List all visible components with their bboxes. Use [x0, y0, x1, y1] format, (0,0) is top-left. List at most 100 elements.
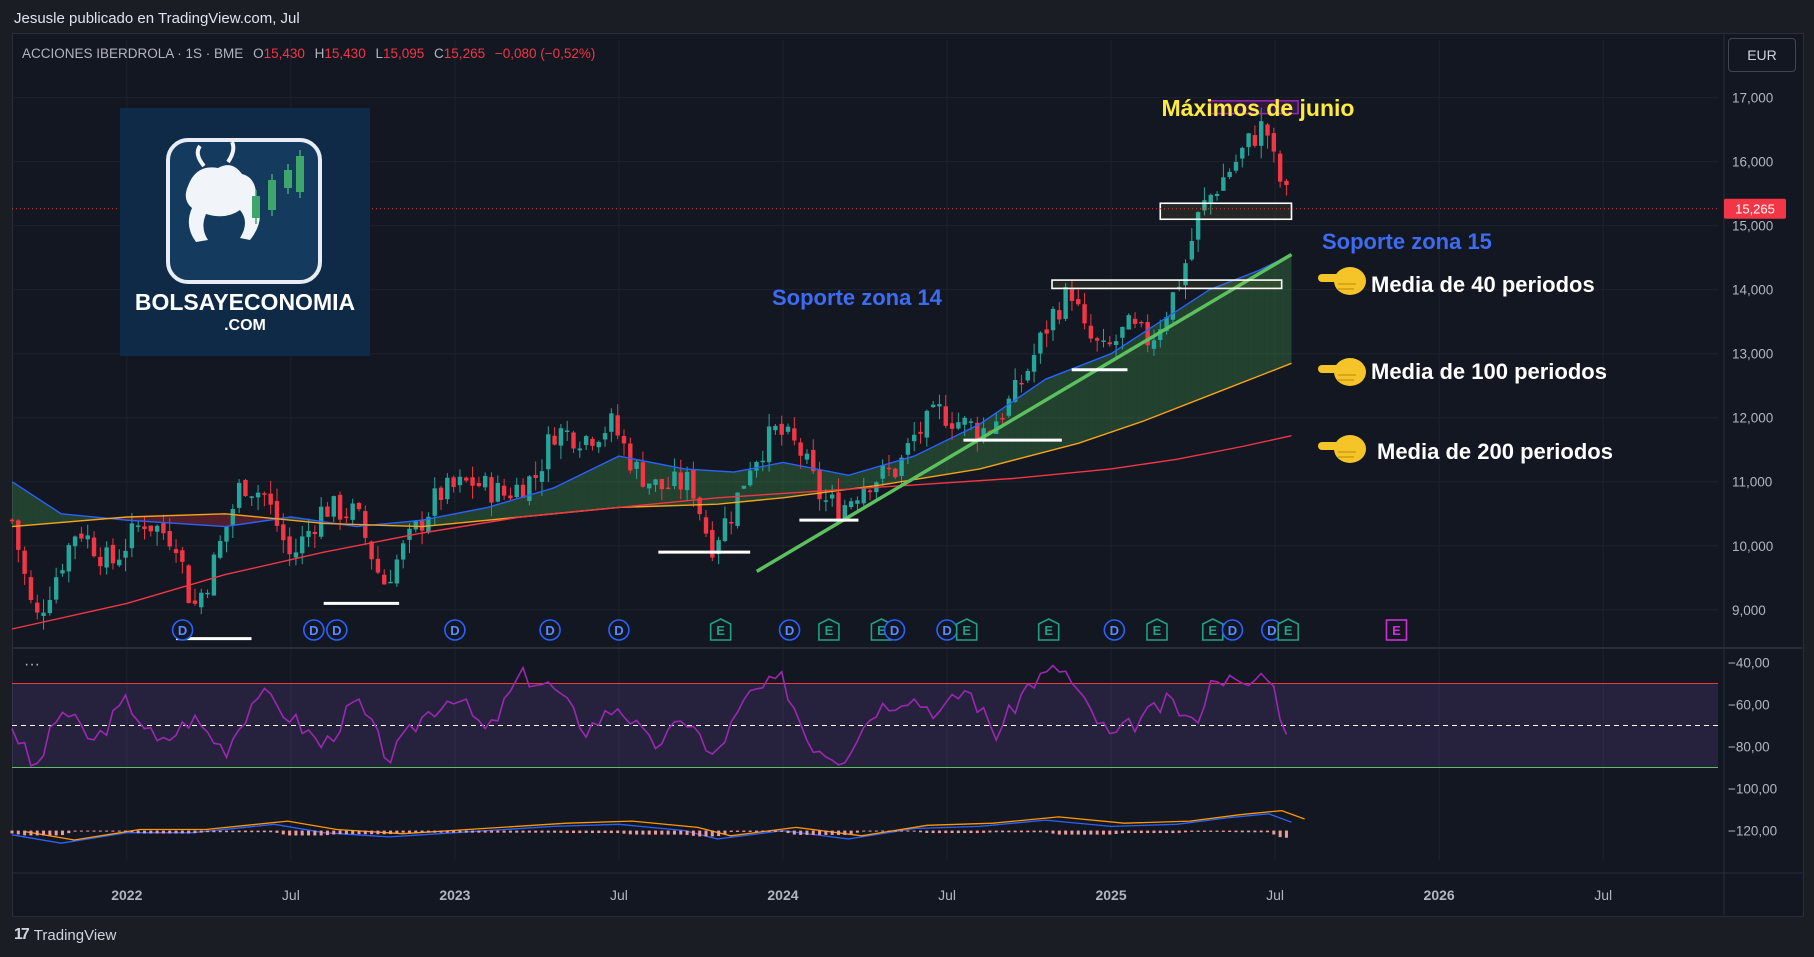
earnings-marker[interactable]: E [1201, 618, 1224, 641]
candle-body [369, 541, 374, 560]
marker-label: E [825, 623, 834, 638]
macd-histogram-bar [237, 830, 241, 833]
earnings-marker[interactable]: E [1385, 619, 1408, 641]
macd-histogram-bar [906, 830, 910, 832]
oscillator-tick-label: −100,00 [1728, 782, 1777, 797]
macd-histogram-bar [1076, 830, 1080, 835]
candle-body [110, 544, 116, 564]
macd-histogram-bar [654, 830, 658, 835]
symbol-legend[interactable]: ACCIONES IBERDROLA · 1S · BME O15,430 H1… [22, 46, 595, 61]
marker-label: E [1284, 623, 1293, 638]
candle-body [476, 482, 482, 487]
marker-label: E [1044, 623, 1053, 638]
macd-histogram-bar [1202, 830, 1206, 832]
candle-body [382, 574, 387, 585]
annotation-ma40: Media de 40 periodos [1371, 272, 1595, 297]
ribbon-segment [1067, 368, 1073, 447]
macd-histogram-bar [1108, 830, 1112, 835]
candle-body [855, 500, 860, 504]
ribbon-segment [182, 514, 188, 525]
macd-histogram-bar [792, 830, 796, 835]
candle-body [123, 550, 128, 558]
candle-body [590, 438, 595, 446]
macd-histogram-bar [1272, 830, 1276, 835]
earnings-marker[interactable]: E [818, 618, 840, 641]
tradingview-logo-icon: 17 [14, 926, 30, 943]
macd-histogram-bar [180, 830, 184, 834]
ribbon-segment [1270, 262, 1276, 372]
candle-body [1151, 340, 1157, 349]
dividend-marker[interactable]: D [325, 619, 348, 641]
candle-body [9, 519, 15, 522]
macd-histogram-bar [868, 830, 872, 832]
macd-histogram-bar [1165, 830, 1169, 834]
dividend-marker[interactable]: D [883, 619, 906, 641]
candle-body [400, 543, 406, 560]
macd-histogram-bar [565, 830, 569, 834]
pointing-hand-icon [1318, 358, 1366, 386]
candle-body [53, 577, 59, 600]
candle-body [1113, 341, 1119, 345]
candle-body [344, 516, 349, 519]
currency-button[interactable]: EUR [1728, 38, 1796, 72]
footer-brand[interactable]: TradingView [34, 927, 117, 944]
high-label: H [314, 46, 325, 61]
close-value: 15,265 [443, 46, 486, 61]
dividend-marker[interactable]: D [444, 619, 466, 641]
candle-body [129, 523, 135, 549]
indicator-menu-icon[interactable]: ··· [24, 656, 40, 674]
dividend-marker[interactable]: D [936, 619, 958, 641]
candle-body [1189, 240, 1195, 260]
dividend-marker[interactable]: D [1221, 619, 1244, 641]
candle-body [495, 483, 501, 502]
support-box[interactable] [1051, 279, 1283, 290]
ribbon-segment [497, 503, 503, 520]
macd-histogram-bar [1032, 830, 1036, 833]
macd-histogram-bar [1209, 830, 1213, 832]
candle-body [192, 600, 198, 604]
marker-label: D [614, 623, 623, 638]
earnings-marker[interactable]: E [1277, 618, 1300, 641]
dividend-marker[interactable]: D [303, 619, 325, 641]
earnings-marker[interactable]: E [955, 618, 978, 641]
macd-histogram-bar [559, 830, 563, 833]
dividend-marker[interactable]: D [778, 619, 801, 641]
candle-body [91, 537, 97, 557]
macd-histogram-bar [1051, 830, 1055, 834]
marker-label: D [942, 623, 951, 638]
candle-body [1246, 133, 1251, 148]
candle-body [930, 404, 936, 408]
macd-histogram-bar [647, 830, 651, 835]
dividend-marker[interactable]: D [171, 619, 194, 641]
candle-body [905, 443, 911, 455]
dividend-marker[interactable]: D [1103, 619, 1126, 641]
candle-body [489, 477, 494, 503]
dividend-marker[interactable]: D [539, 619, 561, 641]
macd-histogram-bar [887, 830, 891, 832]
ribbon-segment [582, 471, 588, 511]
support-box[interactable] [1159, 202, 1293, 221]
dividend-marker[interactable]: D [608, 619, 630, 641]
macd-histogram-bar [811, 830, 815, 835]
ribbon-segment [155, 515, 162, 523]
candle-body [300, 536, 305, 554]
candle-body [243, 479, 248, 497]
ribbon-segment [742, 469, 748, 502]
candle-body [766, 426, 772, 463]
earnings-marker[interactable]: E [1146, 618, 1168, 641]
price-chart[interactable]: 15,265 17,000 16,000 15,000 14,000 13,000 12,0… [0, 0, 1814, 957]
ribbon-segment [545, 488, 551, 515]
time-tick-label: Jul [282, 887, 300, 903]
macd-histogram-bar [761, 830, 765, 832]
symbol-name[interactable]: ACCIONES IBERDROLA · 1S · BME [22, 46, 243, 61]
earnings-marker[interactable]: E [1037, 618, 1060, 641]
candle-body [1076, 299, 1081, 305]
macd-histogram-bar [73, 830, 77, 832]
earnings-marker[interactable]: E [709, 618, 732, 641]
macd-histogram-bar [111, 830, 115, 832]
candle-body [180, 550, 185, 562]
price-tick-label: 17,000 [1732, 91, 1773, 106]
macd-histogram-bar [161, 830, 165, 834]
macd-histogram-bar [357, 830, 361, 835]
macd-histogram-bar [218, 830, 222, 833]
